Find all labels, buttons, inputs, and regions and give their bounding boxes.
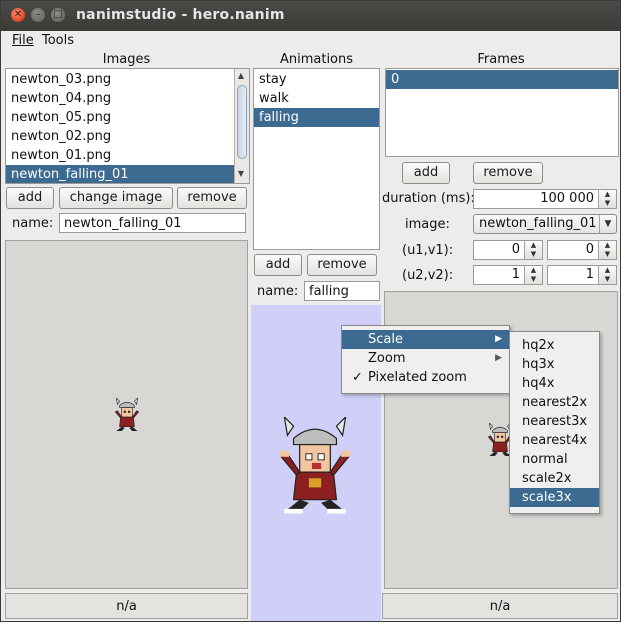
images-remove-button[interactable]: remove <box>177 187 247 209</box>
image-preview <box>5 240 248 589</box>
v1-value: 0 <box>585 242 594 257</box>
u1-value: 0 <box>511 242 520 257</box>
scale-option[interactable]: nearest3x <box>510 412 599 431</box>
u2-spinner[interactable]: 1 ▲ ▼ <box>473 265 543 285</box>
scale-option[interactable]: nearest2x <box>510 393 599 412</box>
scrollbar-thumb[interactable] <box>237 85 247 159</box>
list-item[interactable]: newton_01.png <box>6 146 234 165</box>
animation-name-label: name: <box>257 284 299 299</box>
animations-add-button[interactable]: add <box>254 254 302 276</box>
list-item[interactable]: walk <box>254 89 379 108</box>
list-item-selected[interactable]: newton_falling_01 <box>6 165 234 183</box>
menu-file-label: File <box>12 33 34 48</box>
viking-sprite <box>114 398 140 431</box>
animation-name-field[interactable]: falling <box>304 281 380 301</box>
duration-spinner[interactable]: 100 000 ▲ ▼ <box>473 189 617 209</box>
menu-file[interactable]: File <box>12 33 34 48</box>
scale-option[interactable]: hq2x <box>510 336 599 355</box>
arrow-up-icon[interactable]: ▲ <box>235 71 247 80</box>
scale-option[interactable]: nearest4x <box>510 431 599 450</box>
list-item[interactable]: newton_02.png <box>6 127 234 146</box>
scale-option[interactable]: normal <box>510 450 599 469</box>
image-select-value: newton_falling_01 <box>479 216 597 231</box>
frames-status: n/a <box>382 593 618 619</box>
duration-value: 100 000 <box>540 191 594 206</box>
list-item[interactable]: newton_05.png <box>6 108 234 127</box>
image-label: image: <box>405 217 450 232</box>
spinner-buttons[interactable]: ▲ ▼ <box>598 190 616 208</box>
animations-remove-button[interactable]: remove <box>307 254 377 276</box>
menu-item-scale[interactable]: Scale ▶ <box>342 330 509 349</box>
list-item[interactable]: stay <box>254 70 379 89</box>
close-icon[interactable]: ✕ <box>11 8 25 22</box>
arrow-up-icon[interactable]: ▲ <box>599 190 616 199</box>
menu-item-zoom[interactable]: Zoom ▶ <box>342 349 509 368</box>
frames-list[interactable]: 0 <box>385 68 619 157</box>
u1-spinner[interactable]: 0 ▲ ▼ <box>473 240 543 260</box>
animations-header: Animations <box>279 52 354 67</box>
u2-value: 1 <box>511 267 520 282</box>
images-add-button[interactable]: add <box>6 187 54 209</box>
frames-header: Frames <box>477 52 525 67</box>
duration-label: duration (ms): <box>382 191 475 206</box>
uv2-label: (u2,v2): <box>402 268 454 283</box>
menu-tools-label: Tools <box>42 33 75 48</box>
menu-item-label: Zoom <box>368 351 406 366</box>
app-window: ✕ – □ nanimstudio - hero.nanim File Tool… <box>0 0 621 622</box>
chevron-right-icon: ▶ <box>495 353 502 363</box>
arrow-up-icon[interactable]: ▲ <box>525 266 542 275</box>
images-list[interactable]: newton_03.png newton_04.png newton_05.pn… <box>5 68 250 184</box>
title-bar: ✕ – □ nanimstudio - hero.nanim <box>1 1 620 31</box>
scale-option-selected[interactable]: scale3x <box>510 488 599 507</box>
frames-remove-button[interactable]: remove <box>473 162 543 184</box>
arrow-up-icon[interactable]: ▲ <box>525 241 542 250</box>
arrow-up-icon[interactable]: ▲ <box>599 241 616 250</box>
maximize-icon[interactable]: □ <box>51 8 65 22</box>
arrow-down-icon[interactable]: ▼ <box>525 250 542 259</box>
spinner-buttons[interactable]: ▲ ▼ <box>524 241 542 259</box>
images-status: n/a <box>5 593 248 619</box>
arrow-down-icon[interactable]: ▼ <box>599 199 616 208</box>
minimize-icon[interactable]: – <box>31 8 45 22</box>
check-icon: ✓ <box>352 370 363 385</box>
frames-add-button[interactable]: add <box>402 162 450 184</box>
spinner-buttons[interactable]: ▲ ▼ <box>524 266 542 284</box>
menu-item-label: Scale <box>368 332 403 347</box>
window-title: nanimstudio - hero.nanim <box>76 7 285 23</box>
chevron-down-icon[interactable]: ▼ <box>599 215 616 233</box>
list-item[interactable]: newton_03.png <box>6 70 234 89</box>
list-item-selected[interactable]: 0 <box>386 70 618 89</box>
uv1-label: (u1,v1): <box>402 243 454 258</box>
arrow-down-icon[interactable]: ▼ <box>525 275 542 284</box>
spinner-buttons[interactable]: ▲ ▼ <box>598 266 616 284</box>
scale-option[interactable]: hq3x <box>510 355 599 374</box>
scale-submenu: hq2x hq3x hq4x nearest2x nearest3x neare… <box>509 331 600 514</box>
context-menu: Scale ▶ Zoom ▶ ✓ Pixelated zoom <box>341 325 510 394</box>
image-select[interactable]: newton_falling_01 ▼ <box>473 214 617 234</box>
chevron-right-icon: ▶ <box>495 334 502 344</box>
scale-option[interactable]: scale2x <box>510 469 599 488</box>
images-header: Images <box>102 52 151 67</box>
menu-tools[interactable]: Tools <box>42 33 74 48</box>
v2-spinner[interactable]: 1 ▲ ▼ <box>547 265 617 285</box>
spinner-buttons[interactable]: ▲ ▼ <box>598 241 616 259</box>
v2-value: 1 <box>585 267 594 282</box>
menu-item-label: Pixelated zoom <box>368 370 467 385</box>
v1-spinner[interactable]: 0 ▲ ▼ <box>547 240 617 260</box>
arrow-down-icon[interactable]: ▼ <box>599 250 616 259</box>
scale-option[interactable]: hq4x <box>510 374 599 393</box>
change-image-button[interactable]: change image <box>59 187 173 209</box>
arrow-down-icon[interactable]: ▼ <box>235 169 247 178</box>
list-item[interactable]: newton_04.png <box>6 89 234 108</box>
images-scrollbar[interactable]: ▲ ▼ <box>234 69 249 183</box>
arrow-up-icon[interactable]: ▲ <box>599 266 616 275</box>
viking-sprite <box>279 417 351 514</box>
menu-bar: File Tools <box>1 31 620 52</box>
menu-item-pixelated-zoom[interactable]: ✓ Pixelated zoom <box>342 368 509 387</box>
image-name-label: name: <box>12 216 54 231</box>
arrow-down-icon[interactable]: ▼ <box>599 275 616 284</box>
animations-list[interactable]: stay walk falling <box>253 68 380 250</box>
image-name-field[interactable]: newton_falling_01 <box>59 213 246 233</box>
list-item-selected[interactable]: falling <box>254 108 379 127</box>
